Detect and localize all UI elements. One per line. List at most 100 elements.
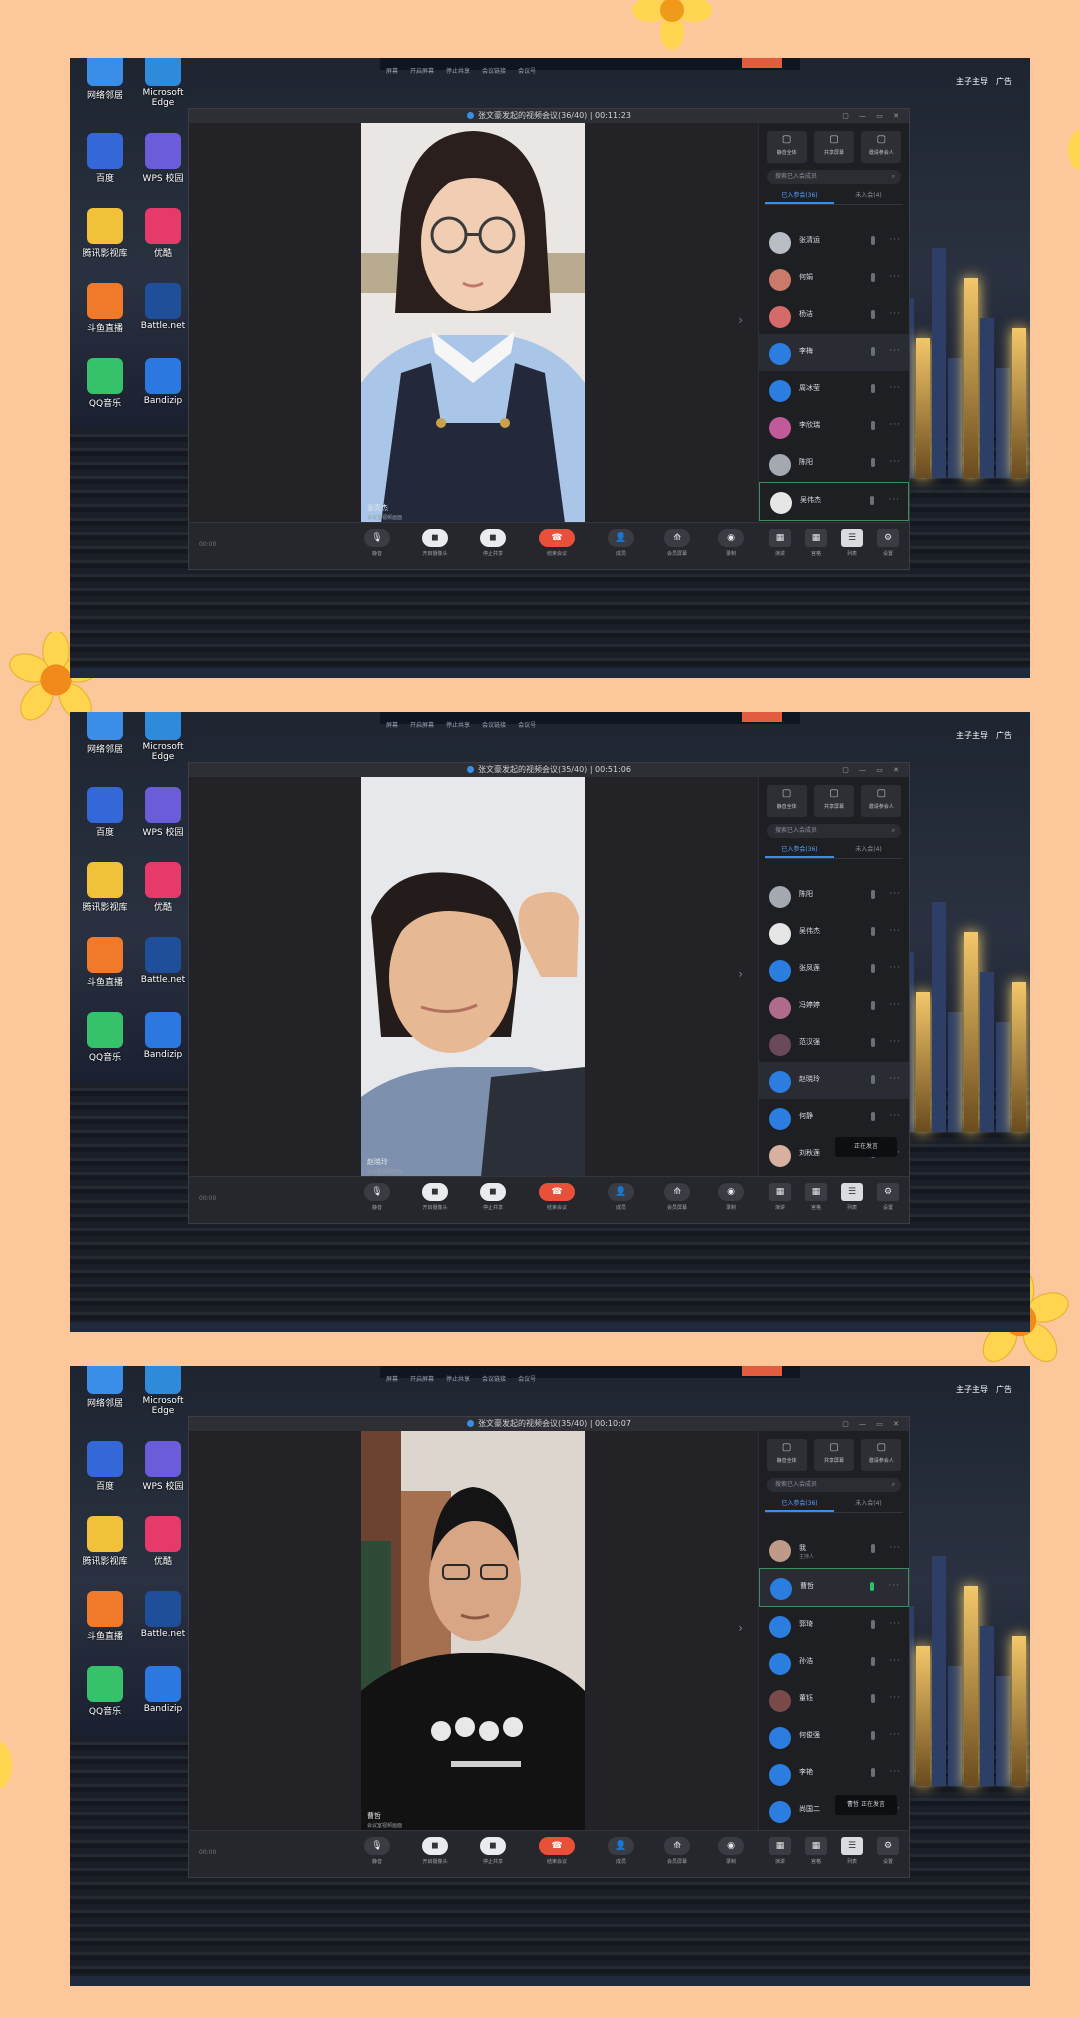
mic-icon[interactable]	[871, 1620, 875, 1629]
more-icon[interactable]: ···	[889, 1619, 901, 1629]
mic-icon[interactable]	[871, 236, 875, 245]
participant-row[interactable]: 李梅 ···	[759, 334, 909, 371]
desktop-icon[interactable]: WPS 校园	[140, 1441, 186, 1492]
desktop-icon[interactable]: 腾讯影视库	[82, 208, 128, 259]
topbar-item[interactable]: 屏幕	[386, 66, 398, 75]
desktop-icon[interactable]: Battle.net	[140, 937, 186, 985]
desktop-icon[interactable]: 斗鱼直播	[82, 1591, 128, 1642]
more-icon[interactable]: ···	[889, 420, 901, 430]
mic-icon[interactable]	[871, 347, 875, 356]
mic-icon[interactable]	[871, 1001, 875, 1010]
desktop-icon[interactable]: 优酷	[140, 208, 186, 259]
participant-row[interactable]: 范汉强 ···	[759, 1025, 909, 1062]
topbar-item[interactable]: 会议号	[518, 720, 536, 729]
desktop-icon[interactable]: Bandizip	[140, 1012, 186, 1060]
view-control-button[interactable]: ▦ 演讲	[765, 1837, 795, 1865]
panel-tool-button[interactable]: ▢ 邀请参会人	[861, 131, 902, 163]
mic-icon[interactable]	[870, 1582, 874, 1591]
view-control-button[interactable]: ☰ 列表	[837, 529, 867, 557]
mic-icon[interactable]	[871, 384, 875, 393]
stop-share-button[interactable]	[742, 712, 782, 722]
desktop-icon[interactable]: Battle.net	[140, 283, 186, 331]
participant-tab[interactable]: 已入参会(36)	[765, 187, 834, 204]
more-icon[interactable]: ···	[889, 272, 901, 282]
mic-icon[interactable]	[871, 1657, 875, 1666]
mic-icon[interactable]	[871, 1694, 875, 1703]
desktop-icon[interactable]: Microsoft Edge	[140, 712, 186, 762]
topbar-item[interactable]: 停止共享	[446, 720, 470, 729]
more-icon[interactable]: ···	[889, 963, 901, 973]
desktop-icon[interactable]: WPS 校园	[140, 787, 186, 838]
participant-row[interactable]: 曹哲 ···	[759, 1568, 909, 1607]
control-button[interactable]: ⟰ 会员屏幕	[659, 1837, 695, 1865]
more-icon[interactable]: ···	[889, 1074, 901, 1084]
desktop-icon-label[interactable]: 主子主导	[956, 730, 988, 741]
panel-tool-button[interactable]: ▢ 共享屏幕	[813, 785, 854, 817]
control-button[interactable]: 🎙 静音	[359, 1837, 395, 1865]
participant-row[interactable]: 何静 ···	[759, 1099, 909, 1136]
more-icon[interactable]: ···	[889, 1111, 901, 1121]
participant-row[interactable]: 陈阳 ···	[759, 877, 909, 914]
desktop-icon-label[interactable]: 广告	[988, 1384, 1020, 1395]
mic-icon[interactable]	[870, 496, 874, 505]
control-button[interactable]: ◉ 录制	[713, 529, 749, 557]
desktop-icon[interactable]: 腾讯影视库	[82, 862, 128, 913]
control-button[interactable]: ⟰ 会员屏幕	[659, 1183, 695, 1211]
participant-row[interactable]: 张凤莲 ···	[759, 951, 909, 988]
mic-icon[interactable]	[871, 1731, 875, 1740]
topbar-item[interactable]: 停止共享	[446, 66, 470, 75]
desktop-icon[interactable]: 网络邻居	[82, 58, 128, 101]
participant-row[interactable]: 郭琦 ···	[759, 1607, 909, 1644]
control-button[interactable]: ◼ 停止共享	[475, 529, 511, 557]
control-button[interactable]: ◉ 录制	[713, 1183, 749, 1211]
desktop-icon[interactable]: Bandizip	[140, 1666, 186, 1714]
desktop-icon[interactable]: QQ音乐	[82, 1666, 128, 1717]
participant-row[interactable]: 何俊强 ···	[759, 1718, 909, 1755]
more-icon[interactable]: ···	[889, 1656, 901, 1666]
desktop-icon[interactable]: Battle.net	[140, 1591, 186, 1639]
participant-row[interactable]: 周冰莹 ···	[759, 371, 909, 408]
desktop-icon[interactable]: 网络邻居	[82, 1366, 128, 1409]
mic-icon[interactable]	[871, 310, 875, 319]
participant-tab[interactable]: 未入会(4)	[834, 841, 903, 858]
control-button[interactable]: ☎ 结束会议	[539, 1183, 575, 1211]
desktop-icon-label[interactable]: 广告	[988, 730, 1020, 741]
topbar-item[interactable]: 开启屏幕	[410, 720, 434, 729]
participant-tab[interactable]: 未入会(4)	[834, 1495, 903, 1512]
more-icon[interactable]: ···	[889, 1000, 901, 1010]
more-icon[interactable]: ···	[889, 235, 901, 245]
control-button[interactable]: ☎ 结束会议	[539, 1837, 575, 1865]
participant-search-input[interactable]: 搜索已入会成员 ⌕	[767, 824, 901, 838]
control-button[interactable]: ☎ 结束会议	[539, 529, 575, 557]
active-video[interactable]: 曹哲 会议室视频画面	[361, 1431, 585, 1831]
mic-icon[interactable]	[871, 1544, 875, 1553]
panel-tool-button[interactable]: ▢ 邀请参会人	[861, 785, 902, 817]
more-icon[interactable]: ···	[889, 926, 901, 936]
topbar-item[interactable]: 屏幕	[386, 1374, 398, 1383]
view-control-button[interactable]: ▦ 宫格	[801, 529, 831, 557]
desktop-icon-label[interactable]: 主子主导	[956, 1384, 988, 1395]
participant-tab[interactable]: 已入参会(36)	[765, 841, 834, 858]
topbar-item[interactable]: 开启屏幕	[410, 1374, 434, 1383]
desktop-icon[interactable]: WPS 校园	[140, 133, 186, 184]
mic-icon[interactable]	[871, 1768, 875, 1777]
chevron-right-icon[interactable]: ›	[738, 967, 743, 981]
participant-row[interactable]: 冯婷婷 ···	[759, 988, 909, 1025]
topbar-item[interactable]: 会议号	[518, 1374, 536, 1383]
desktop-icon[interactable]: Microsoft Edge	[140, 58, 186, 108]
more-icon[interactable]: ···	[889, 1037, 901, 1047]
panel-tool-button[interactable]: ▢ 静音全体	[766, 785, 807, 817]
participant-row[interactable]: 孙浩 ···	[759, 1644, 909, 1681]
chevron-right-icon[interactable]: ›	[738, 313, 743, 327]
participant-search-input[interactable]: 搜索已入会成员 ⌕	[767, 1478, 901, 1492]
view-control-button[interactable]: ☰ 列表	[837, 1837, 867, 1865]
view-control-button[interactable]: ▦ 演讲	[765, 1183, 795, 1211]
control-button[interactable]: ◼ 停止共享	[475, 1183, 511, 1211]
topbar-item[interactable]: 会议链接	[482, 66, 506, 75]
control-button[interactable]: ◼ 停止共享	[475, 1837, 511, 1865]
desktop-icon-label[interactable]: 广告	[988, 76, 1020, 87]
more-icon[interactable]: ···	[888, 495, 900, 505]
desktop-icon[interactable]: 腾讯影视库	[82, 1516, 128, 1567]
participant-row[interactable]: 吴伟杰 ···	[759, 914, 909, 951]
desktop-icon[interactable]: 网络邻居	[82, 712, 128, 755]
